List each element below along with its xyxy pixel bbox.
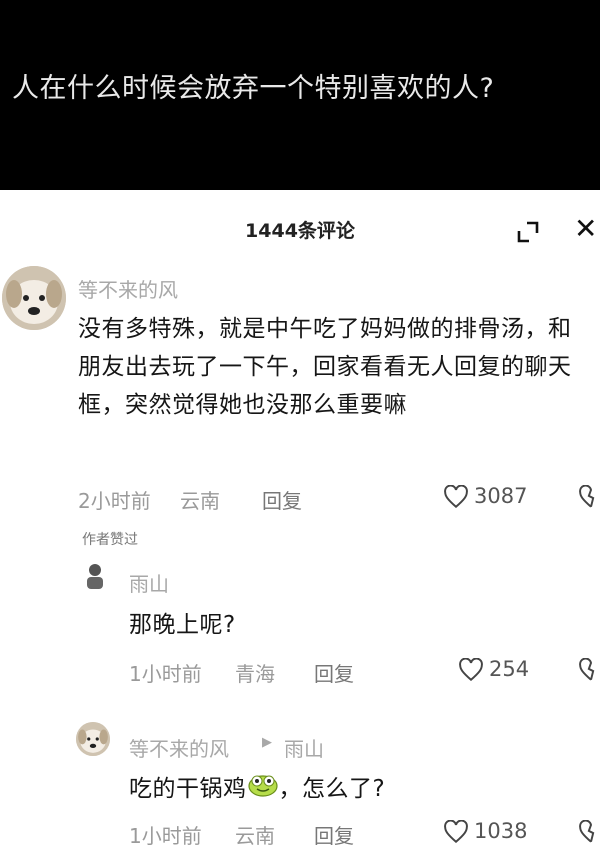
reply-author[interactable]: 雨山	[129, 568, 169, 597]
reply-button[interactable]: 回复	[262, 485, 302, 514]
reply-location: 青海	[235, 662, 275, 686]
frog-emoji-icon	[247, 771, 279, 809]
dog-avatar-icon	[76, 722, 110, 756]
close-icon[interactable]: ✕	[574, 215, 600, 243]
like-count: 1038	[474, 819, 528, 843]
heart-icon[interactable]	[443, 820, 469, 844]
dislike-icon[interactable]	[578, 658, 600, 682]
person-avatar-icon	[87, 564, 103, 589]
author-liked-tag: 作者赞过	[82, 532, 138, 548]
avatar[interactable]	[2, 266, 66, 330]
comment-author[interactable]: 等不来的风	[78, 274, 178, 303]
reply-time: 1小时前	[129, 824, 202, 848]
reply-arrow-icon: ▶	[262, 735, 272, 750]
reply-location: 云南	[235, 824, 275, 848]
expand-icon[interactable]	[515, 219, 541, 245]
comment-count-title: 1444条评论	[245, 220, 355, 242]
reply-text-after: ，怎么了?	[278, 776, 386, 802]
comment-text: 没有多特殊，就是中午吃了妈妈做的排骨汤，和朋友出去玩了一下午，回家看看无人回复的…	[78, 316, 572, 418]
comment-location: 云南	[180, 489, 220, 513]
avatar[interactable]	[76, 722, 110, 756]
video-question-text: 人在什么时候会放弃一个特别喜欢的人?	[12, 73, 495, 104]
reply-text: 吃的干锅鸡 ，怎么了?	[129, 770, 385, 809]
video-area[interactable]: 人在什么时候会放弃一个特别喜欢的人?	[0, 0, 600, 190]
reply-button[interactable]: 回复	[314, 820, 354, 849]
comment-time: 2小时前	[78, 489, 151, 513]
reply-time: 1小时前	[129, 662, 202, 686]
reply-to-author[interactable]: 雨山	[284, 733, 324, 762]
dislike-icon[interactable]	[578, 485, 600, 509]
heart-icon[interactable]	[443, 485, 469, 509]
heart-icon[interactable]	[458, 658, 484, 682]
dislike-icon[interactable]	[578, 820, 600, 844]
reply-text: 那晚上呢?	[129, 612, 236, 638]
like-count: 3087	[474, 484, 528, 508]
reply-text-before: 吃的干锅鸡	[129, 776, 247, 802]
reply-button[interactable]: 回复	[314, 658, 354, 687]
dog-avatar-icon	[2, 266, 66, 330]
like-count: 254	[489, 657, 530, 681]
reply-author[interactable]: 等不来的风	[129, 733, 229, 762]
avatar[interactable]	[80, 561, 110, 591]
